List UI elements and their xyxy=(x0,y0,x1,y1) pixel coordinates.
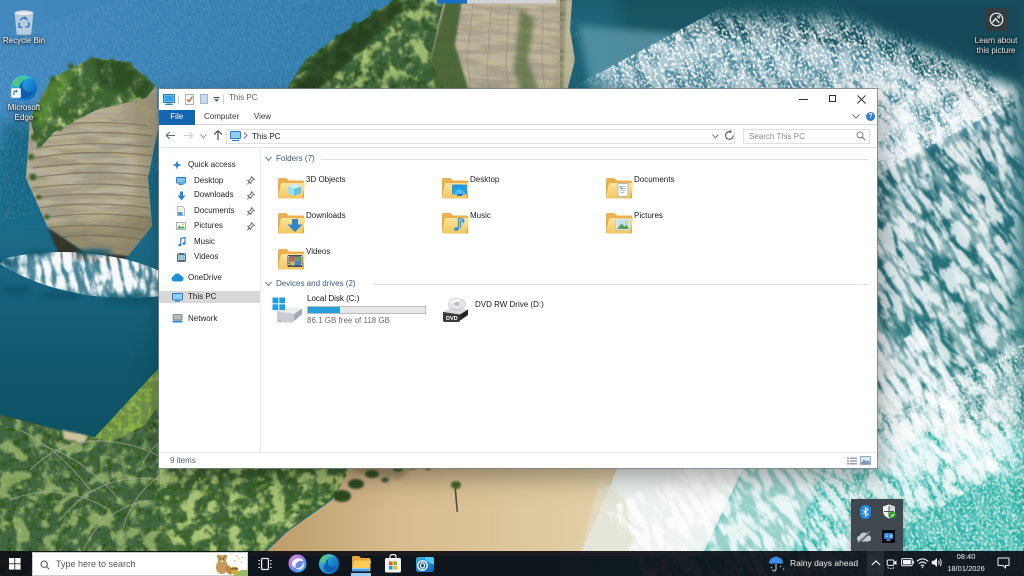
svg-text:DVD: DVD xyxy=(446,316,458,322)
